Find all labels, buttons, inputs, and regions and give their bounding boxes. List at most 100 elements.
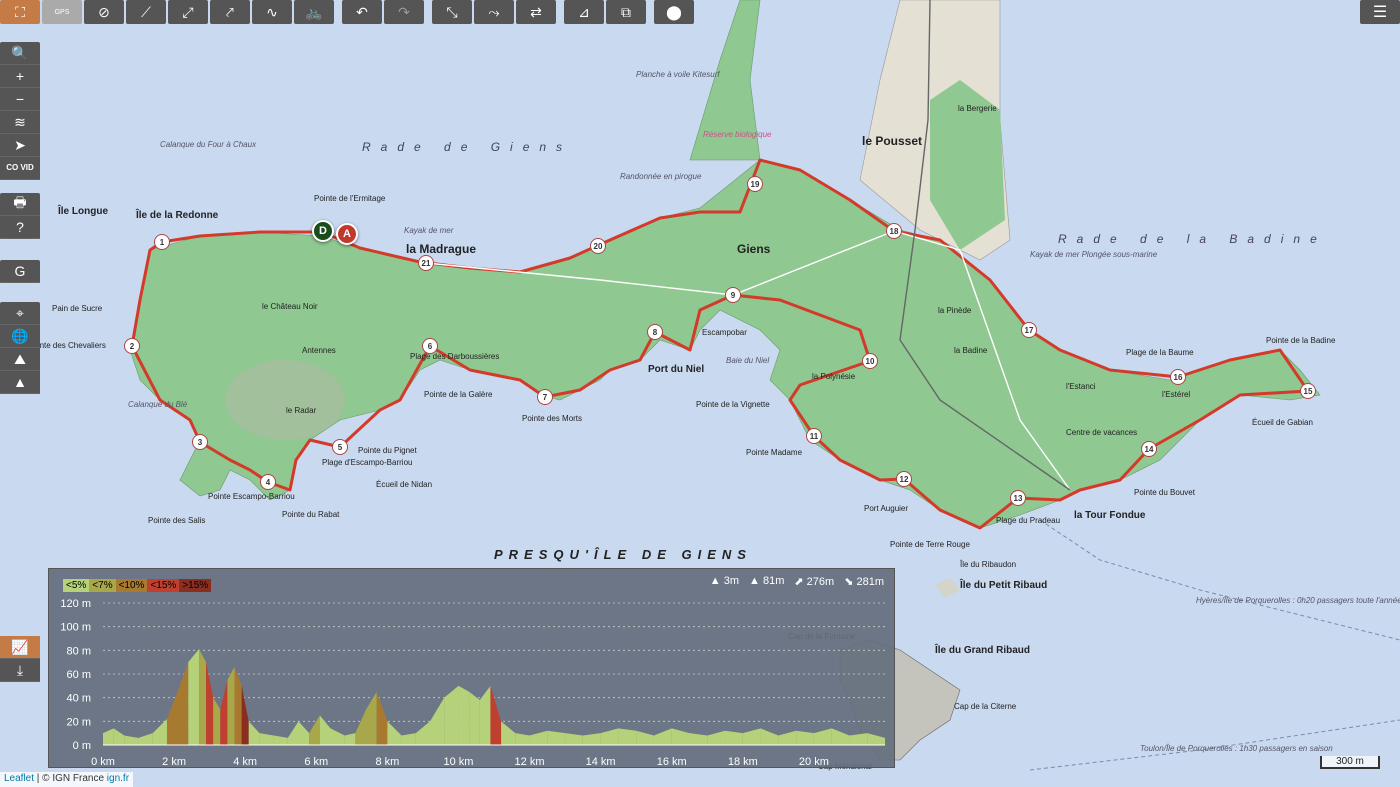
waypoint-11[interactable]: 11 [806, 428, 822, 444]
map-label: Giens [737, 242, 771, 256]
elevation-toggle-button[interactable]: 📈 [0, 636, 40, 659]
waypoint-9[interactable]: 9 [725, 287, 741, 303]
waypoint-21[interactable]: 21 [418, 255, 434, 271]
elevation-segment [344, 733, 356, 745]
print-button[interactable]: 🖶 [0, 193, 40, 216]
layers-button[interactable]: ≋ [0, 111, 40, 134]
mountain-button[interactable]: ▲ [0, 371, 40, 394]
elevation-segment [248, 721, 260, 745]
elevation-segment [501, 721, 516, 745]
draw-segment-button[interactable]: ⤢ [168, 0, 208, 24]
draw-route-button[interactable]: ⤤ [210, 0, 250, 24]
download-button[interactable]: ⤓ [0, 659, 40, 682]
fullscreen-icon: ⛶ [15, 3, 25, 20]
reverse-track-button[interactable]: ⇄ [516, 0, 556, 24]
waypoint-4[interactable]: 4 [260, 474, 276, 490]
waypoint-20[interactable]: 20 [590, 238, 606, 254]
copy-track-button[interactable]: ⧉ [606, 0, 646, 24]
bike-route-button[interactable]: 🚲 [294, 0, 334, 24]
ign-link[interactable]: ign.fr [107, 773, 129, 784]
elevation-segment [401, 733, 416, 745]
map-label: Pointe Escampo-Barriou [208, 492, 295, 501]
waypoint-5[interactable]: 5 [332, 439, 348, 455]
elevation-segment [636, 730, 654, 745]
waypoint-19[interactable]: 19 [747, 176, 763, 192]
globe-button[interactable]: 🌐 [0, 325, 40, 348]
map-label: la Pinède [938, 306, 972, 315]
elevation-tools-group: 📈 ⤓ [0, 636, 40, 682]
elevation-segment [458, 685, 470, 745]
locate-icon: ➤ [14, 136, 26, 153]
map-label: Calanque du Blé [128, 400, 188, 409]
elevation-segment [469, 691, 480, 745]
map-label: Plage des Darboussières [410, 352, 500, 361]
elevation-segment [760, 728, 779, 745]
zoom-in-button[interactable]: + [0, 65, 40, 88]
waypoint-7[interactable]: 7 [537, 389, 553, 405]
elevation-segment [166, 691, 178, 745]
waypoint-10[interactable]: 10 [862, 353, 878, 369]
elevation-segment [309, 715, 320, 745]
waypoint-13[interactable]: 13 [1010, 490, 1026, 506]
map-label: Pointe des Morts [522, 414, 583, 423]
map-controls-group: 🔍 + − ≋ ➤ CO VID [0, 42, 40, 180]
split-track-button[interactable]: ⤡ [432, 0, 472, 24]
zoom-out-button[interactable]: − [0, 88, 40, 111]
join-track-button[interactable]: ⤳ [474, 0, 514, 24]
elevation-segment [515, 733, 530, 745]
waypoint-17[interactable]: 17 [1021, 322, 1037, 338]
elevation-segment [273, 735, 288, 745]
zoom-search-button[interactable]: 🔍 [0, 42, 40, 65]
gps-button[interactable]: GPS [42, 0, 82, 24]
map-label: Randonnée en pirogue [620, 172, 702, 181]
draw-path-button[interactable]: ∿ [252, 0, 292, 24]
gps-center-button[interactable]: ⌖ [0, 302, 40, 325]
waypoint-2[interactable]: 2 [124, 338, 140, 354]
menu-button[interactable]: ☰ [1360, 0, 1400, 24]
waypoint-8[interactable]: 8 [647, 324, 663, 340]
undo-button[interactable]: ↶ [342, 0, 382, 24]
x-tick-label: 8 km [375, 756, 399, 768]
locate-button[interactable]: ➤ [0, 134, 40, 157]
elevation-segment [319, 715, 331, 745]
x-tick-label: 12 km [515, 756, 545, 768]
elevation-profile-panel[interactable]: <5% <7% <10% <15% >15% ▲ 3m ▲ 81m ⬈ 276m ⬊ 2… [48, 568, 895, 768]
elevation-segment [177, 662, 189, 745]
hide-track-button[interactable]: ⊘ [84, 0, 124, 24]
waypoint-12[interactable]: 12 [896, 471, 912, 487]
x-tick-label: 0 km [91, 756, 115, 768]
y-tick-label: 100 m [60, 622, 91, 634]
map-label: Pointe de la Galère [424, 390, 493, 399]
waypoint-1[interactable]: 1 [154, 234, 170, 250]
elevation-segment [742, 728, 761, 745]
covid-button[interactable]: CO VID [0, 157, 40, 180]
map-label: Planche à voile Kitesurf [636, 70, 720, 79]
waypoint-3[interactable]: 3 [192, 434, 208, 450]
leaflet-link[interactable]: Leaflet [4, 773, 34, 784]
waypoint-16[interactable]: 16 [1170, 369, 1186, 385]
elevation-segment [366, 691, 377, 745]
waypoint-18[interactable]: 18 [886, 223, 902, 239]
elevation-segment [124, 735, 139, 745]
hike-button[interactable]: ⛰ [0, 348, 40, 371]
remove-altitude-button[interactable]: ⊿ [564, 0, 604, 24]
end-marker[interactable]: A [336, 223, 358, 245]
draw-line-button[interactable]: ⟋ [126, 0, 166, 24]
google-button[interactable]: G [0, 260, 40, 283]
map-label: Calanque du Four à Chaux [160, 140, 257, 149]
start-marker[interactable]: D [312, 220, 334, 242]
waypoint-6[interactable]: 6 [422, 338, 438, 354]
help-button[interactable]: ? [0, 216, 40, 239]
waypoint-button[interactable]: ⬤ [654, 0, 694, 24]
map-label: Écueil de Gabian [1252, 418, 1313, 427]
map-label: la Tour Fondue [1074, 510, 1146, 521]
map-label: Île de la Redonne [136, 210, 219, 221]
fullscreen-button[interactable]: ⛶ [0, 0, 40, 24]
waypoint-14[interactable]: 14 [1141, 441, 1157, 457]
waypoint-15[interactable]: 15 [1300, 383, 1316, 399]
elevation-segment [113, 728, 125, 745]
map-label: Hyères/Île de Porquerolles : 0h20 passag… [1196, 596, 1400, 605]
map-scale: 300 m [1320, 756, 1380, 769]
globe-icon: 🌐 [11, 327, 29, 344]
redo-button[interactable]: ↷ [384, 0, 424, 24]
